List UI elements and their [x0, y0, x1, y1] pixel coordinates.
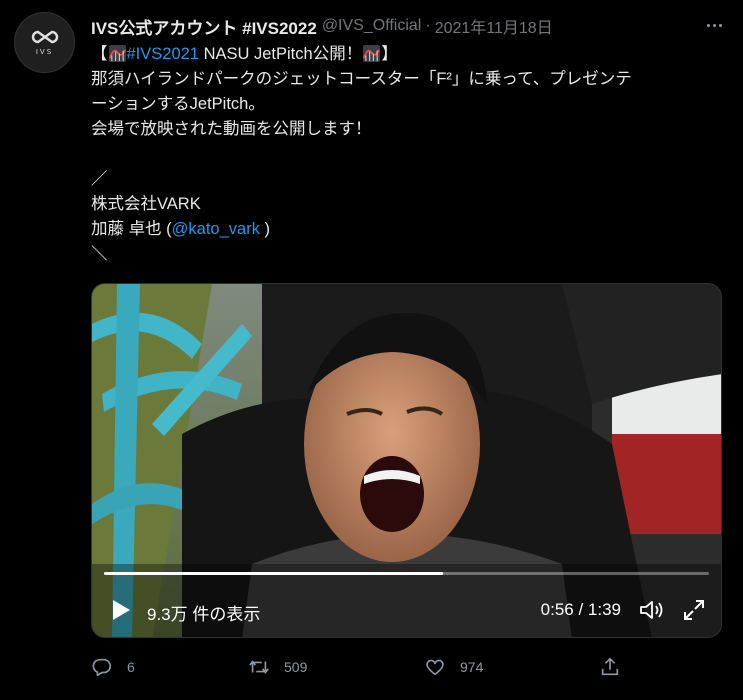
tweet-line-1: 【 #IVS2021 NASU JetPitch公開！ 】: [91, 42, 731, 67]
fullscreen-icon[interactable]: [681, 598, 707, 622]
volume-icon[interactable]: [638, 598, 664, 622]
view-count-label: 件の表示: [187, 605, 261, 624]
share-button[interactable]: [599, 652, 621, 682]
view-count: 9.3万 件の表示: [147, 600, 260, 625]
mention-link[interactable]: @kato_vark: [172, 220, 260, 238]
avatar[interactable]: IVS: [14, 12, 75, 73]
separator-dot: ·: [425, 17, 431, 34]
bracket-open: 【: [91, 45, 108, 63]
like-count: 974: [460, 659, 484, 675]
user-handle[interactable]: @IVS_Official: [322, 17, 422, 35]
more-icon: [706, 23, 710, 27]
tweet-line-4: 会場で放映された動画を公開します！: [91, 120, 372, 138]
tweet-line-5: [91, 142, 731, 167]
person-name: 加藤 卓也 (: [91, 220, 172, 238]
view-count-number: 9.3万: [147, 605, 188, 624]
roller-coaster-emoji-icon: [363, 45, 381, 62]
tweet-line-2: 那須ハイランドパークのジェットコースター「F²」に乗って、プレゼンテ: [91, 70, 632, 88]
reply-button[interactable]: 6: [91, 652, 135, 682]
share-icon: [601, 657, 619, 676]
retweet-icon: [249, 660, 269, 674]
tweet-line-8: 加藤 卓也 (@kato_vark ): [91, 217, 731, 242]
video-frame: [92, 284, 721, 637]
tweet-line-7: 株式会社VARK: [91, 195, 201, 213]
retweet-count: 509: [284, 659, 308, 675]
tweet: IVS IVS公式アカウント #IVS2022 @IVS_Official · …: [0, 0, 743, 700]
tweet-header: IVS公式アカウント #IVS2022 @IVS_Official · 2021…: [91, 14, 693, 38]
tweet-line-9: ＼: [91, 245, 108, 263]
tweet-actions: 6 509 974: [91, 652, 731, 682]
tweet-text: 【 #IVS2021 NASU JetPitch公開！ 】 那須ハイランドパークのジ…: [91, 42, 731, 267]
reply-count: 6: [127, 659, 135, 675]
video-progress-fill: [104, 572, 443, 575]
paren-close: ): [259, 220, 271, 238]
tweet-line-3: ーションするJetPitch。: [91, 95, 265, 113]
tweet-date[interactable]: 2021年11月18日: [435, 14, 553, 38]
video-time: 0:56 / 1:39: [540, 600, 621, 619]
display-name[interactable]: IVS公式アカウント #IVS2022: [91, 14, 317, 39]
video-progress-bar[interactable]: [104, 572, 709, 575]
bracket-close: 】: [381, 45, 398, 63]
like-icon: [426, 659, 444, 676]
more-icon-dot: [712, 23, 716, 27]
like-button[interactable]: 974: [424, 652, 483, 682]
more-button[interactable]: [703, 14, 725, 36]
video-controls: 9.3万 件の表示 0:56 / 1:39: [92, 590, 721, 630]
tweet-line-1-text: NASU JetPitch公開！: [198, 45, 363, 63]
ivs-logo-icon: [31, 30, 58, 43]
play-icon[interactable]: [110, 598, 132, 622]
hashtag-link[interactable]: #IVS2021: [127, 45, 199, 63]
video-player[interactable]: 9.3万 件の表示 0:56 / 1:39: [91, 283, 722, 638]
roller-coaster-emoji-icon: [108, 45, 126, 62]
avatar-text: IVS: [35, 47, 54, 56]
retweet-button[interactable]: 509: [248, 652, 307, 682]
more-icon-dot: [718, 23, 722, 27]
reply-icon: [92, 658, 112, 677]
tweet-line-6: ／: [91, 170, 108, 188]
